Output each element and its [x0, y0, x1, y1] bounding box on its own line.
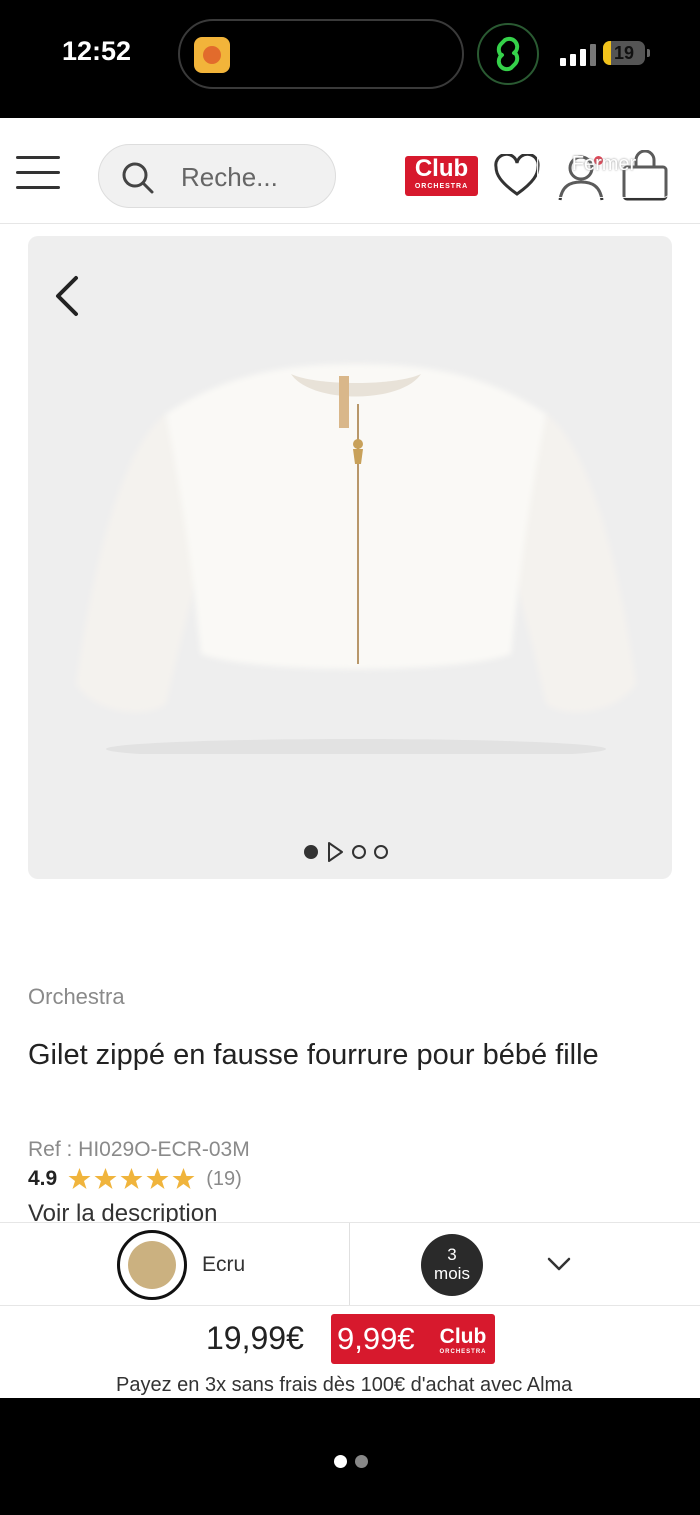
star-icon — [146, 1168, 169, 1189]
status-time: 12:52 — [62, 36, 132, 66]
color-swatch-fill — [128, 1241, 176, 1289]
club-logo-subtext: ORCHESTRA — [414, 183, 469, 190]
color-label[interactable]: Ecru — [202, 1253, 245, 1277]
search-icon — [122, 162, 154, 194]
chevron-left-icon[interactable] — [48, 272, 88, 320]
gallery-pagination[interactable] — [304, 840, 388, 864]
rating-stars — [67, 1167, 196, 1191]
search-input[interactable] — [181, 145, 326, 209]
size-chip[interactable]: 3 mois — [421, 1234, 483, 1296]
product-gallery[interactable] — [28, 236, 672, 879]
battery-level: 19 — [613, 43, 635, 63]
rating-value: 4.9 — [28, 1167, 58, 1190]
variant-selector: Ecru 3 mois — [0, 1222, 700, 1306]
club-logo-text: Club — [414, 155, 469, 182]
size-number: 3 — [447, 1245, 457, 1264]
price-club-logo-text: Club — [439, 1325, 487, 1348]
close-overlay-label: Fermer — [571, 153, 637, 175]
home-area — [0, 1398, 700, 1515]
product-rating[interactable]: 4.9 (19) — [28, 1166, 242, 1192]
close-overlay-button[interactable]: Fermer — [537, 134, 671, 198]
product-ref: Ref : HI029O-ECR-03M — [28, 1138, 250, 1161]
battery-cap — [647, 49, 650, 57]
product-image — [76, 364, 636, 754]
chevron-down-icon[interactable] — [546, 1255, 572, 1273]
price-regular: 19,99€ — [206, 1320, 304, 1356]
link-icon — [477, 23, 539, 85]
price-row: 19,99€ 9,99€ Club ORCHESTRA Payez en 3x … — [0, 1306, 700, 1398]
price-club-logo: Club ORCHESTRA — [435, 1326, 491, 1356]
club-logo[interactable]: Club ORCHESTRA — [405, 156, 478, 196]
payment-promo: Payez en 3x sans frais dès 100€ d'achat … — [116, 1374, 573, 1396]
app-icon — [194, 37, 230, 73]
review-count: (19) — [206, 1167, 242, 1190]
size-unit: mois — [434, 1264, 470, 1283]
star-icon — [172, 1168, 195, 1189]
price-club-value: 9,99€ — [337, 1321, 415, 1356]
heart-icon[interactable] — [494, 154, 540, 198]
color-swatch[interactable] — [117, 1230, 187, 1300]
star-icon — [120, 1168, 143, 1189]
selector-divider — [349, 1223, 350, 1305]
price-club-logo-subtext: ORCHESTRA — [439, 1349, 487, 1355]
dynamic-island — [178, 19, 464, 89]
gallery-dot[interactable] — [304, 845, 318, 859]
hamburger-menu-icon[interactable] — [16, 154, 62, 192]
price-club-badge: 9,99€ Club ORCHESTRA — [331, 1314, 495, 1364]
page-dot-active — [334, 1455, 347, 1468]
page-dot — [355, 1455, 368, 1468]
status-bar: 12:52 19 — [0, 0, 700, 118]
product-page: Club ORCHESTRA Fermer — [0, 118, 700, 1398]
battery-icon: 19 — [603, 41, 645, 65]
gallery-dot[interactable] — [374, 845, 388, 859]
star-icon — [68, 1168, 91, 1189]
gallery-dot[interactable] — [352, 845, 366, 859]
play-icon[interactable] — [326, 841, 344, 863]
product-title: Gilet zippé en fausse fourrure pour bébé… — [28, 1039, 599, 1071]
signal-icon — [560, 40, 596, 66]
site-header: Club ORCHESTRA Fermer — [0, 118, 700, 224]
star-icon — [94, 1168, 117, 1189]
product-brand[interactable]: Orchestra — [28, 984, 125, 1010]
search-box[interactable] — [98, 144, 336, 209]
